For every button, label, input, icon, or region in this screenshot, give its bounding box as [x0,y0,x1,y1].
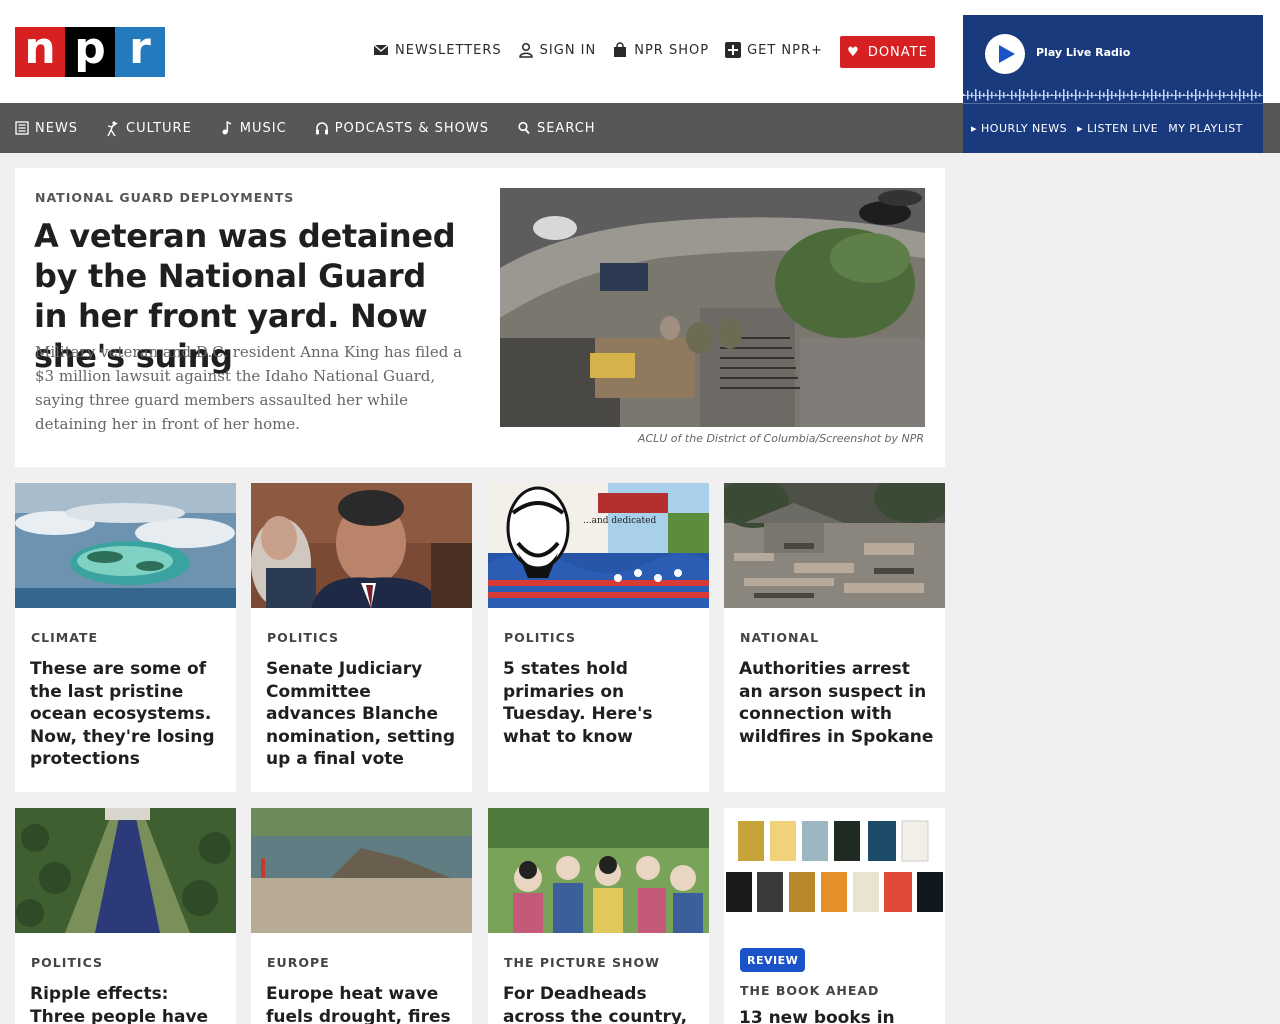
story-card-1[interactable]: CLIMATE These are some of the last prist… [15,483,236,792]
listen-live-link[interactable]: ▸ LISTEN LIVE [1077,122,1158,135]
heart-icon: ♥ [847,44,860,60]
story-card-title[interactable]: Senate Judiciary Committee advances Blan… [266,658,461,771]
nav-culture-label: CULTURE [126,120,192,136]
hero-teaser: Military veteran and D.C. resident Anna … [35,343,463,433]
newspaper-icon [15,121,29,135]
live-radio-player: Play Live Radio [963,15,1263,103]
shopping-bag-icon [612,42,628,58]
story-card-7[interactable]: THE PICTURE SHOW For Deadheads across th… [488,808,709,1024]
audio-waveform-icon [963,89,1263,101]
my-playlist-label: MY PLAYLIST [1168,122,1243,135]
listen-live-label: LISTEN LIVE [1087,122,1159,135]
story-card-8[interactable]: REVIEW THE BOOK AHEAD 13 new books in [724,808,945,1024]
shop-label: NPR SHOP [634,42,710,58]
story-card-slug[interactable]: THE BOOK AHEAD [740,983,879,998]
nav-news-label: NEWS [35,120,79,136]
story-card-title[interactable]: 13 new books in [739,1007,934,1024]
story-card-title[interactable]: For Deadheads across the country, the [503,983,698,1024]
story-card-slug[interactable]: EUROPE [267,955,330,970]
newsletters-link[interactable]: NEWSLETTERS [373,42,502,58]
story-card-slug[interactable]: NATIONAL [740,630,819,645]
search-icon [517,121,531,135]
donate-label: DONATE [867,44,928,60]
nav-music[interactable]: MUSIC [220,121,287,136]
envelope-icon [373,42,389,58]
npr-logo[interactable]: n p r [15,27,165,77]
live-radio-panel: Play Live Radio ▸ HOURLY NEWS ▸ LISTEN L… [963,15,1263,153]
hourly-news-label: HOURLY NEWS [981,122,1068,135]
story-card-title[interactable]: Ripple effects: Three people have [30,983,225,1024]
story-card-image[interactable] [15,483,236,608]
story-card-slug[interactable]: CLIMATE [31,630,98,645]
get-npr-plus-link[interactable]: GET NPR+ [725,42,823,58]
get-npr-plus-label: GET NPR+ [747,42,823,58]
hero-image[interactable] [500,188,925,427]
story-card-5[interactable]: POLITICS Ripple effects: Three people ha… [15,808,236,1024]
story-card-3[interactable]: ...and dedicated POLITICS 5 states hold … [488,483,709,792]
story-card-slug[interactable]: POLITICS [31,955,103,970]
nav-podcasts-label: PODCASTS & SHOWS [334,120,489,136]
headphones-icon [315,121,329,135]
story-card-image[interactable] [251,808,472,933]
music-note-icon [220,120,234,135]
utility-nav: NEWSLETTERS SIGN IN NPR SHOP GET NPR+ [373,42,839,58]
nav-news[interactable]: NEWS [15,121,78,136]
story-card-image[interactable] [251,483,472,608]
sign-in-label: SIGN IN [539,42,597,58]
story-card-6[interactable]: EUROPE Europe heat wave fuels drought, f… [251,808,472,1024]
story-card-image[interactable] [488,808,709,933]
radio-links: ▸ HOURLY NEWS ▸ LISTEN LIVE MY PLAYLIST [963,103,1263,153]
logo-letter-r: r [115,27,165,77]
my-playlist-link[interactable]: MY PLAYLIST [1168,122,1243,135]
hero-image-credit: ACLU of the District of Columbia/Screens… [637,432,924,445]
story-card-4[interactable]: NATIONAL Authorities arrest an arson sus… [724,483,945,792]
logo-letter-n: n [15,27,65,77]
user-icon [518,42,534,58]
nav-edge [1263,103,1278,153]
nav-podcasts[interactable]: PODCASTS & SHOWS [315,121,489,136]
hero-story: NATIONAL GUARD DEPLOYMENTS A veteran was… [15,168,945,467]
play-icon [999,45,1015,63]
review-badge: REVIEW [740,948,806,972]
story-card-image[interactable] [15,808,236,933]
sign-in-link[interactable]: SIGN IN [518,42,597,58]
story-card-image[interactable] [724,483,945,608]
story-card-title[interactable]: 5 states hold primaries on Tuesday. Here… [503,658,698,748]
play-button[interactable] [985,34,1025,74]
nav-culture[interactable]: CULTURE [106,120,192,137]
svg-text:...and dedicated: ...and dedicated [583,516,656,526]
story-card-slug[interactable]: POLITICS [267,630,339,645]
story-card-image[interactable] [724,808,945,916]
plus-square-icon [725,42,742,58]
donate-button[interactable]: ♥ DONATE [840,36,935,68]
story-card-2[interactable]: POLITICS Senate Judiciary Committee adva… [251,483,472,792]
logo-letter-p: p [65,27,115,77]
dancer-icon [106,121,120,137]
story-card-slug[interactable]: THE PICTURE SHOW [504,955,660,970]
nav-search[interactable]: SEARCH [517,121,596,136]
story-card-title[interactable]: Europe heat wave fuels drought, fires [266,983,461,1024]
newsletters-label: NEWSLETTERS [395,42,502,58]
nav-music-label: MUSIC [239,120,287,136]
play-live-radio-label: Play Live Radio [1036,46,1131,59]
shop-link[interactable]: NPR SHOP [612,42,709,58]
hourly-news-link[interactable]: ▸ HOURLY NEWS [971,122,1067,135]
hero-slug[interactable]: NATIONAL GUARD DEPLOYMENTS [35,190,294,205]
story-card-slug[interactable]: POLITICS [504,630,576,645]
nav-search-label: SEARCH [536,120,596,136]
story-card-title[interactable]: Authorities arrest an arson suspect in c… [739,658,934,748]
story-card-image[interactable]: ...and dedicated [488,483,709,608]
story-card-title[interactable]: These are some of the last pristine ocea… [30,658,225,771]
